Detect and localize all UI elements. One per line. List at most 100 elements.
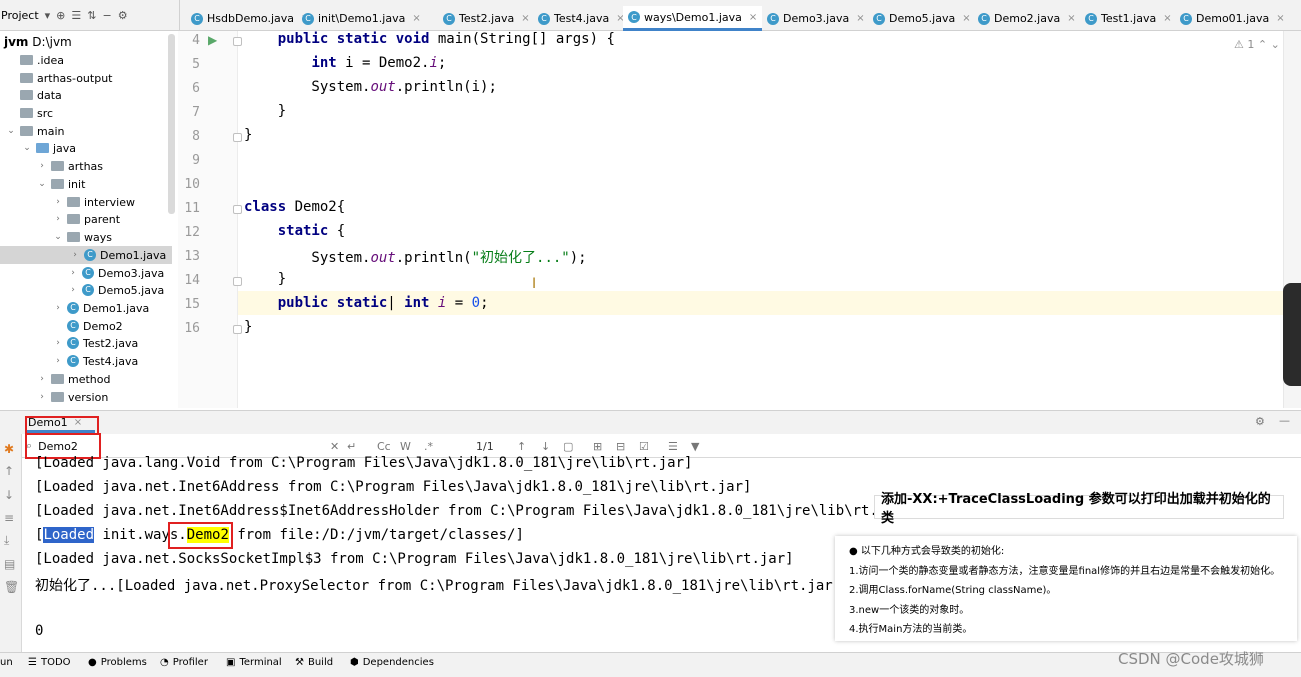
whole-word-icon[interactable]: W <box>400 440 411 453</box>
folder-icon <box>20 108 33 118</box>
dependencies-tool-button[interactable]: ⬢ Dependencies <box>350 657 434 668</box>
regex-icon[interactable]: .* <box>424 440 433 453</box>
remove-selection-icon[interactable]: ⊟ <box>616 440 625 453</box>
minimize-icon[interactable]: — <box>1279 414 1290 427</box>
tree-item-arthas[interactable]: › arthas <box>37 157 103 175</box>
problems-tool-button[interactable]: ● Problems <box>88 657 147 668</box>
tree-item-src[interactable]: src <box>6 104 53 122</box>
tree-item-method[interactable]: › method <box>37 370 110 388</box>
rerun-icon[interactable]: ✱ <box>4 442 14 456</box>
close-icon[interactable]: × <box>962 13 970 24</box>
chevron-right-icon[interactable]: › <box>53 338 63 348</box>
down-arrow-icon[interactable]: ↓ <box>4 488 14 502</box>
chevron-right-icon[interactable]: › <box>70 250 80 260</box>
tree-item-version[interactable]: › version <box>37 388 108 406</box>
tab-test4[interactable]: C Test4.java × <box>533 6 630 31</box>
tree-item-arthas-output[interactable]: arthas-output <box>6 69 112 87</box>
wrap-icon[interactable]: ≡ <box>4 511 14 525</box>
chevron-right-icon[interactable]: › <box>53 197 63 207</box>
close-icon[interactable]: × <box>521 13 529 24</box>
clear-icon[interactable]: ✕ <box>330 440 339 453</box>
chevron-right-icon[interactable]: › <box>37 161 47 171</box>
tab-demo01[interactable]: C Demo01.java × <box>1175 6 1290 31</box>
chevron-down-icon[interactable]: ⌄ <box>22 143 32 153</box>
fold-icon[interactable] <box>233 205 242 214</box>
tree-item-test4[interactable]: › C Test4.java <box>53 352 138 370</box>
fold-icon[interactable] <box>233 37 242 46</box>
tree-item-ways-demo1[interactable]: › C Demo1.java <box>0 246 172 264</box>
tab-init-demo1[interactable]: Cinit\Demo1.java × <box>297 6 426 31</box>
select-occurrences-icon[interactable]: ☑ <box>639 440 649 453</box>
add-selection-icon[interactable]: ⊞ <box>593 440 602 453</box>
close-icon[interactable]: × <box>749 12 757 23</box>
next-match-icon[interactable]: ↓ <box>541 440 550 453</box>
chevron-right-icon[interactable]: › <box>37 374 47 384</box>
run-tool-button[interactable]: un <box>0 657 13 668</box>
tab-test1[interactable]: C Test1.java × <box>1080 6 1177 31</box>
chevron-right-icon[interactable]: › <box>53 214 63 224</box>
chevron-right-icon[interactable]: › <box>68 268 78 278</box>
tab-test2[interactable]: C Test2.java × <box>438 6 535 31</box>
close-icon[interactable]: × <box>1163 13 1171 24</box>
tree-item-interview[interactable]: › interview <box>53 193 135 211</box>
tab-demo5[interactable]: C Demo5.java × <box>868 6 976 31</box>
tab-ways-demo1[interactable]: Cways\Demo1.java × <box>623 6 763 31</box>
chevron-right-icon[interactable]: › <box>53 356 63 366</box>
chevron-right-icon[interactable]: › <box>37 392 47 402</box>
project-view-selector[interactable]: Project ▾ ⊕ ☰ ⇅ − ⚙ <box>0 0 180 31</box>
todo-tool-button[interactable]: ☰ TODO <box>28 657 71 668</box>
tab-demo3[interactable]: C Demo3.java × <box>762 6 870 31</box>
tree-item-init-demo1[interactable]: › C Demo1.java <box>53 299 149 317</box>
tree-item-demo3[interactable]: › C Demo3.java <box>68 264 164 282</box>
select-all-icon[interactable]: ▢ <box>563 440 573 453</box>
up-arrow-icon[interactable]: ↑ <box>4 464 14 478</box>
chevron-right-icon[interactable]: › <box>53 303 63 313</box>
profiler-tool-button[interactable]: ◔ Profiler <box>160 657 208 668</box>
tree-scrollbar[interactable] <box>168 34 175 214</box>
tree-item-main[interactable]: ⌄ main <box>6 122 64 140</box>
close-icon[interactable]: × <box>856 13 864 24</box>
build-tool-button[interactable]: ⚒ Build <box>295 657 333 668</box>
chevron-down-icon[interactable]: ⌄ <box>53 232 63 242</box>
tree-item-demo2[interactable]: C Demo2 <box>53 317 123 335</box>
tab-demo2[interactable]: C Demo2.java × <box>973 6 1081 31</box>
close-icon[interactable]: × <box>1067 13 1075 24</box>
fold-icon[interactable] <box>233 325 242 334</box>
terminal-tool-button[interactable]: ▣ Terminal <box>226 657 282 668</box>
run-icon[interactable]: ▶ <box>208 33 217 47</box>
scroll-end-icon[interactable]: ⤓ <box>4 533 9 548</box>
expand-icon[interactable]: ⇅ <box>87 9 96 22</box>
print-icon[interactable]: ▤ <box>4 557 15 571</box>
chevron-right-icon[interactable]: › <box>68 285 78 295</box>
tree-item-ways[interactable]: ⌄ ways <box>53 228 112 246</box>
filter-lines-icon[interactable]: ☰ <box>668 440 678 453</box>
collapse-icon[interactable]: ☰ <box>71 9 81 22</box>
tree-item-idea[interactable]: .idea <box>6 51 64 69</box>
close-icon[interactable]: × <box>412 13 420 24</box>
tree-item-demo5[interactable]: › C Demo5.java <box>68 281 164 299</box>
match-case-icon[interactable]: Cc <box>377 440 391 453</box>
chevron-down-icon[interactable]: ⌄ <box>6 126 16 136</box>
funnel-icon[interactable]: ▼ <box>691 440 699 453</box>
minus-icon[interactable]: − <box>102 9 111 22</box>
prev-match-icon[interactable]: ↑ <box>517 440 526 453</box>
trash-icon[interactable]: 🗑 <box>4 580 19 594</box>
history-icon[interactable]: ↵ <box>347 440 356 453</box>
tab-hsdbdemo[interactable]: CHsdbDemo.java× <box>186 6 314 31</box>
chevron-down-icon[interactable]: ⌄ <box>37 179 47 189</box>
tree-item-test2[interactable]: › C Test2.java <box>53 334 138 352</box>
tree-item-java[interactable]: ⌄ java <box>22 139 76 157</box>
inspection-widget[interactable]: ⚠ 1 ⌃ ⌄ <box>1234 38 1280 51</box>
fold-icon[interactable] <box>233 133 242 142</box>
package-icon <box>67 232 80 242</box>
side-panel-handle[interactable] <box>1283 283 1301 386</box>
tree-root[interactable]: jvm D:\jvm <box>4 35 72 49</box>
fold-icon[interactable] <box>233 277 242 286</box>
tree-item-data[interactable]: data <box>6 86 62 104</box>
close-icon[interactable]: × <box>1276 13 1284 24</box>
tree-item-init[interactable]: ⌄ init <box>37 175 85 193</box>
tree-item-parent[interactable]: › parent <box>53 210 120 228</box>
gear-icon[interactable]: ⚙ <box>1255 415 1265 428</box>
gear-icon[interactable]: ⚙ <box>118 9 128 22</box>
target-icon[interactable]: ⊕ <box>56 9 65 22</box>
